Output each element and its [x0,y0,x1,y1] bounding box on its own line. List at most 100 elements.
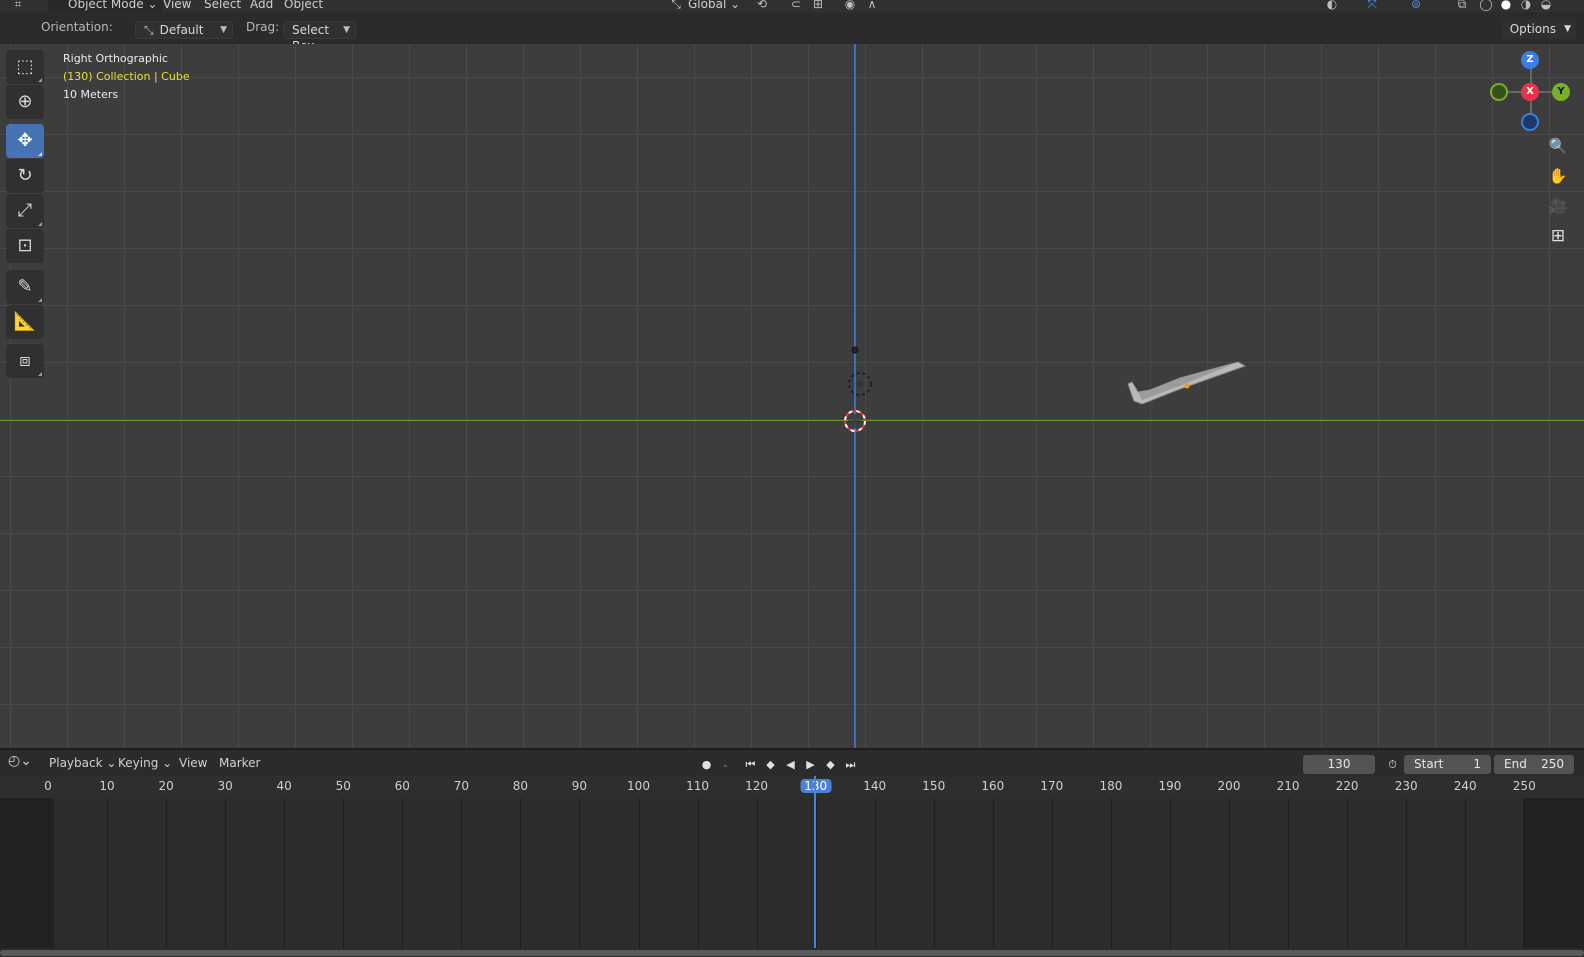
visibility-icon[interactable]: ◐ [1322,0,1342,12]
chevron-down-icon: ▼ [1564,24,1571,34]
orientation-dropdown[interactable]: ⤡ Default ▼ [135,21,233,39]
start-value: 1 [1473,757,1481,771]
frame-tick-label: 120 [745,779,769,793]
menu-object[interactable]: Object [284,0,323,12]
gizmo-x-axis[interactable]: X [1521,83,1539,101]
object-origin [1184,383,1190,389]
options-dropdown[interactable]: Options ▼ [1501,19,1576,39]
timeline-editor-icon[interactable]: ◴⌄ [8,753,32,769]
xray-toggle-icon[interactable]: ⧉ [1452,0,1472,12]
frame-ruler[interactable]: 0102030405060708090100110120130140150160… [0,776,1584,798]
gizmo-negative-z[interactable] [1521,113,1539,131]
frame-tick-label: 30 [217,779,233,793]
wireframe-shading-icon[interactable]: ◯ [1476,0,1496,12]
drag-label: Drag: [246,20,280,34]
falloff-icon[interactable]: ∧ [862,0,882,12]
options-label: Options [1509,22,1556,36]
marker-menu[interactable]: Marker [219,756,260,770]
frame-grid-line [992,798,994,948]
end-label: End [1504,757,1527,771]
overlays-toggle-icon[interactable]: ⊚ [1406,0,1426,12]
menu-add[interactable]: Add [250,0,273,12]
timeline-header: ◴⌄ Playback ⌄ Keying ⌄ View Marker ● ⌄ ⏮… [0,748,1584,776]
drag-dropdown[interactable]: Select Box ▼ [283,21,356,53]
frame-grid-line [1465,798,1467,948]
solid-shading-icon[interactable]: ● [1496,0,1516,12]
frame-grid-line [343,798,345,948]
playhead[interactable] [814,776,816,948]
keying-menu[interactable]: Keying ⌄ [118,756,172,770]
viewport-header: ⌗ Object Mode ⌄ View Select Add Object ⤡… [0,0,1584,12]
frame-tick-label: 180 [1099,779,1123,793]
gizmo-negative-y[interactable] [1490,83,1508,101]
frame-tick-label: 40 [276,779,292,793]
current-frame-field[interactable]: 130 [1303,755,1375,774]
gizmo-toggle-icon[interactable]: ⤧ [1362,0,1382,12]
grid-perspective-icon[interactable]: ⊞ [1544,222,1572,250]
frame-tick-label: 170 [1040,779,1064,793]
orientation-label: Orientation: [41,20,113,34]
menu-select[interactable]: Select [204,0,241,12]
record-icon[interactable]: ● [697,755,716,774]
zoom-icon[interactable]: 🔍 [1544,132,1572,160]
frame-tick-label: 240 [1453,779,1477,793]
frame-grid-line [579,798,581,948]
jump-end-icon[interactable]: ⏭ [841,755,860,774]
frame-grid-line [166,798,168,948]
record-options-icon[interactable]: ⌄ [716,755,735,774]
preview-range-icon[interactable]: ⏱ [1383,755,1402,774]
frame-tick-label: 90 [571,779,588,793]
cube-object[interactable] [1127,361,1247,405]
timeline-scrollbar[interactable] [0,948,1584,957]
navigation-gizmo[interactable]: Z Y X [1486,50,1576,140]
frame-range-region [54,798,1523,948]
frame-grid-line [1110,798,1112,948]
frame-tick-label: 140 [863,779,887,793]
pivot-icon[interactable]: ⟲ [752,0,772,12]
timeline-view-menu[interactable]: View [179,756,207,770]
frame-tick-label: 20 [158,779,174,793]
gizmo-y-axis[interactable]: Y [1552,83,1570,101]
next-keyframe-icon[interactable]: ◆ [821,755,840,774]
pan-hand-icon[interactable]: ✋ [1544,162,1572,190]
frame-grid-line [874,798,876,948]
proportional-edit-icon[interactable]: ◉ [840,0,860,12]
start-frame-field[interactable]: Start 1 [1404,755,1491,774]
frame-grid-line [284,798,286,948]
snap-target-icon[interactable]: ⊞ [808,0,828,12]
gizmo-z-axis[interactable]: Z [1521,51,1539,69]
prev-keyframe-icon[interactable]: ◆ [761,755,780,774]
3d-cursor[interactable] [844,410,866,432]
transform-orientation-dropdown[interactable]: Global ⌄ [688,0,740,12]
keying-label: Keying [118,756,159,770]
play-reverse-icon[interactable]: ◀ [781,755,800,774]
frame-grid-line [756,798,758,948]
scene-drawing [844,346,1247,432]
light-object[interactable] [848,346,872,396]
menu-view[interactable]: View [163,0,191,12]
rendered-shading-icon[interactable]: ◒ [1536,0,1556,12]
play-icon[interactable]: ▶ [801,755,820,774]
frame-tick-label: 230 [1394,779,1418,793]
editor-type-icon[interactable]: ⌗ [8,0,28,12]
frame-grid-line [107,798,109,948]
material-shading-icon[interactable]: ◑ [1516,0,1536,12]
frame-tick-label: 250 [1512,779,1536,793]
camera-view-icon[interactable]: 🎥 [1544,192,1572,220]
timeline-body[interactable] [0,798,1584,948]
3d-viewport[interactable]: Right Orthographic (130) Collection | Cu… [0,44,1584,748]
scrollbar-thumb[interactable] [0,950,1584,956]
end-value: 250 [1541,757,1564,771]
end-frame-field[interactable]: End 250 [1494,755,1574,774]
mode-selector[interactable]: Object Mode ⌄ [48,0,164,12]
playback-menu[interactable]: Playback ⌄ [49,756,116,770]
frame-tick-label: 50 [335,779,351,793]
frame-grid-line [697,798,699,948]
jump-start-icon[interactable]: ⏮ [741,755,760,774]
chevron-down-icon: ▼ [220,25,227,35]
frame-grid-line [1288,798,1290,948]
snap-icon[interactable]: ⊂ [786,0,806,12]
frame-grid-line [1229,798,1230,948]
chevron-down-icon: ▼ [343,25,350,35]
frame-tick-label: 110 [686,779,709,793]
